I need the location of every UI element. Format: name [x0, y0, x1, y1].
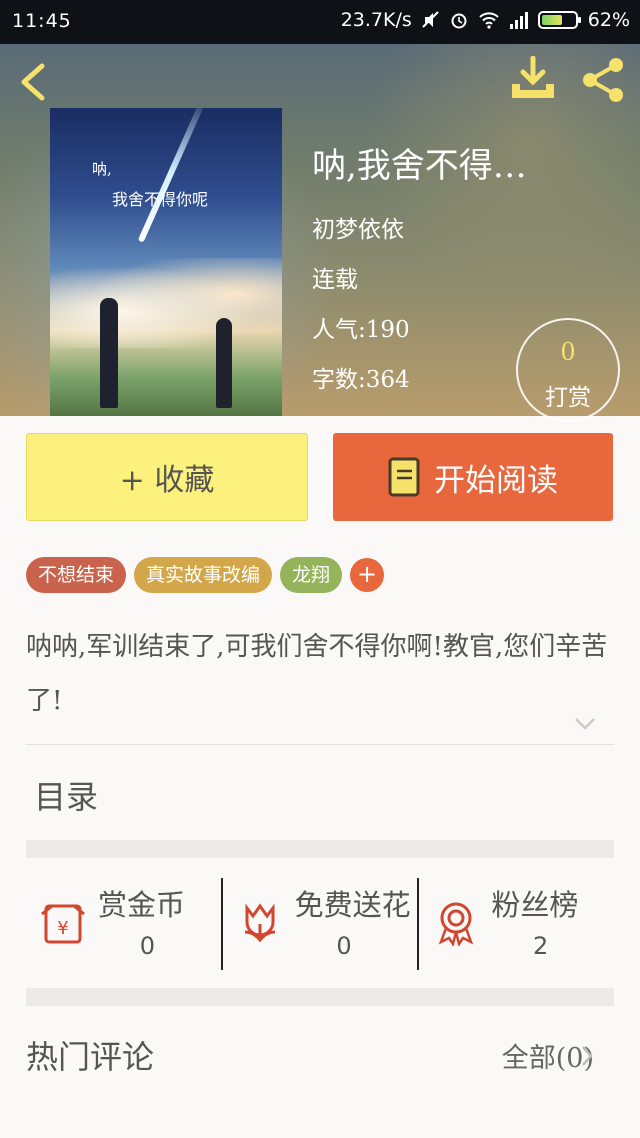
book-author[interactable]: 初梦依依 [312, 218, 527, 242]
cover-caption: 我舍不得你呢 [112, 190, 209, 209]
stat-value: 2 [533, 932, 549, 960]
tag-item[interactable]: 不想结束 [26, 557, 127, 593]
stat-label: 粉丝榜 [491, 888, 579, 922]
expand-chevron-icon[interactable] [574, 716, 596, 732]
section-separator [26, 840, 614, 858]
stats-row: ¥ 赏金币 0 免费送花 0 粉丝榜 2 [26, 872, 614, 972]
status-time: 11:45 [12, 10, 72, 32]
tag-item[interactable]: 真实故事改编 [134, 557, 273, 593]
section-separator [26, 988, 614, 1006]
book-popularity: 人气:190 [312, 317, 410, 343]
add-favorite-button[interactable]: + 收藏 [26, 433, 308, 521]
chevron-right-icon[interactable] [580, 1044, 594, 1068]
mute-icon [422, 11, 439, 28]
book-cover[interactable]: 呐, 我舍不得你呢 [50, 108, 282, 416]
download-icon[interactable] [508, 56, 558, 102]
book-word-count: 字数:364 [312, 367, 410, 393]
tag-item[interactable]: 龙翔 [280, 557, 343, 593]
tip-button[interactable]: 0 打赏 [516, 318, 620, 422]
tag-list: 不想结束 真实故事改编 龙翔 + [26, 557, 385, 593]
stat-value: 0 [336, 932, 352, 960]
alarm-icon [451, 13, 467, 29]
battery-icon [537, 11, 581, 29]
add-tag-button[interactable]: + [350, 558, 385, 592]
book-status: 连载 [312, 267, 358, 293]
stat-value: 0 [139, 932, 155, 960]
network-speed: 23.7K/s [340, 9, 412, 31]
stat-label: 免费送花 [294, 888, 411, 922]
tip-label: 打赏 [545, 385, 591, 411]
back-icon[interactable] [14, 60, 54, 104]
signal-icon [509, 11, 528, 29]
share-icon[interactable] [580, 56, 628, 104]
start-reading-button[interactable]: 开始阅读 [333, 433, 613, 521]
tip-count: 0 [560, 338, 576, 366]
book-icon [388, 457, 420, 497]
stat-free-flowers[interactable]: 免费送花 0 [223, 872, 418, 972]
favorite-label: + 收藏 [119, 463, 215, 498]
table-of-contents[interactable]: 目录 [34, 772, 98, 818]
stat-gold-coins[interactable]: ¥ 赏金币 0 [26, 872, 221, 972]
divider [26, 744, 614, 745]
battery-percent: 62% [587, 9, 630, 31]
stat-fan-ranking[interactable]: 粉丝榜 2 [419, 872, 614, 972]
stat-label: 赏金币 [98, 888, 186, 922]
wifi-icon [479, 12, 499, 29]
status-right: 23.7K/s 62% [341, 9, 630, 31]
read-label: 开始阅读 [434, 462, 558, 499]
book-info: 呐,我舍不得… 初梦依依 连载 人气:190 字数:364 [312, 144, 527, 392]
hot-comments-title: 热门评论 [26, 1038, 155, 1076]
book-description: 呐呐,军训结束了,可我们舍不得你啊!教官,您们辛苦了! [26, 632, 608, 716]
status-bar: 11:45 23.7K/s 62% [0, 0, 640, 44]
book-title: 呐,我舍不得… [312, 146, 527, 186]
cover-caption: 呐, [92, 160, 112, 178]
